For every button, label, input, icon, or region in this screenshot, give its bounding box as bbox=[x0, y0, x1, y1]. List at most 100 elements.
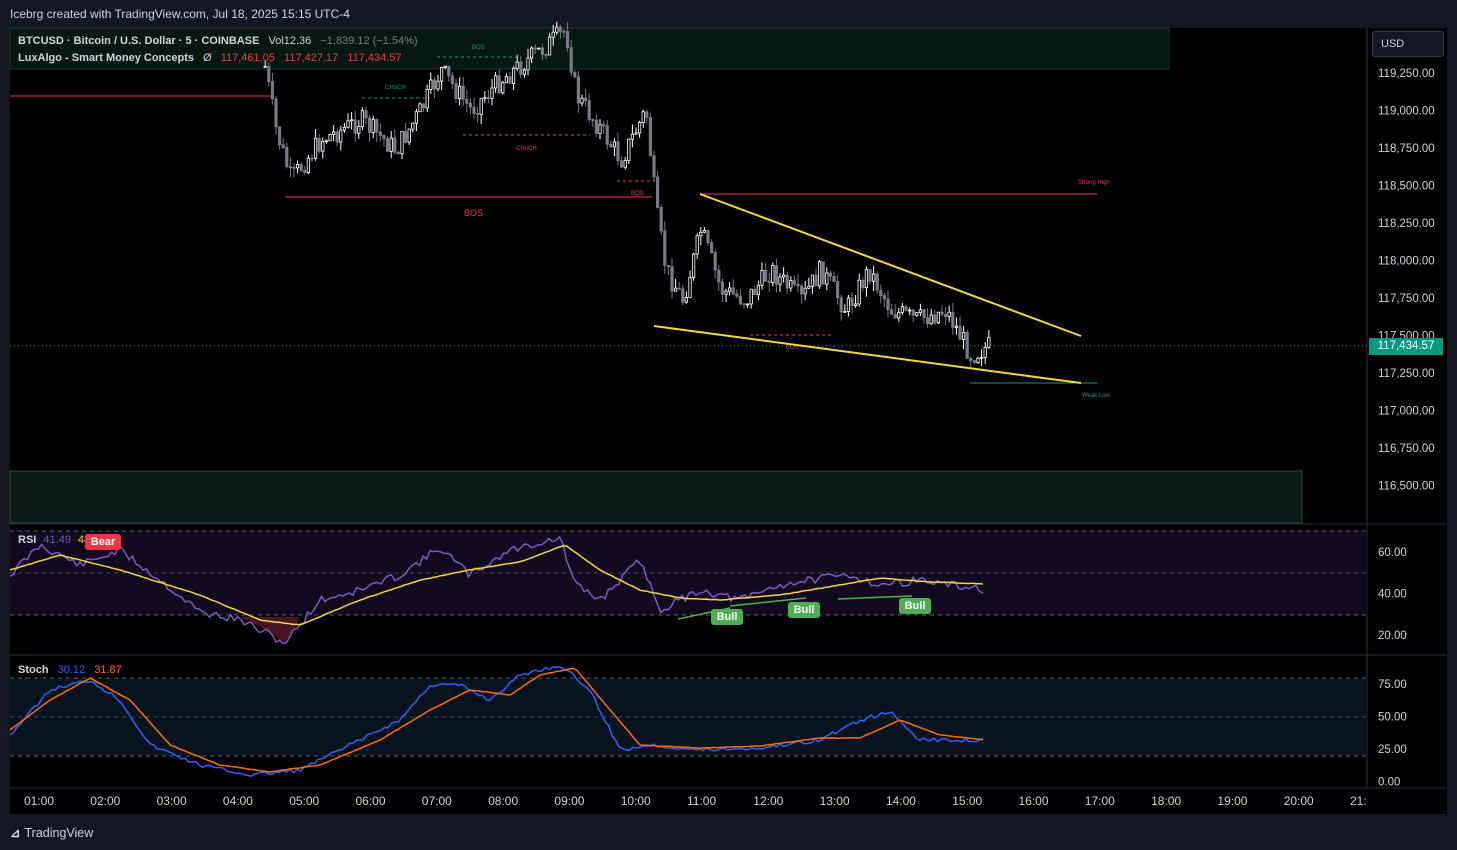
candle-body bbox=[818, 261, 822, 287]
candle-body bbox=[681, 288, 685, 303]
candle-body bbox=[875, 273, 879, 291]
candle-body bbox=[295, 164, 300, 169]
chart-canvas[interactable]: BOS BOS BOS CHoCH CHoCH BOS Strong High … bbox=[0, 0, 1457, 850]
candle-body bbox=[306, 157, 311, 173]
time-tick-label: 11:00 bbox=[687, 794, 716, 808]
volume-value: Vol12.36 bbox=[268, 35, 312, 47]
price-tick-label: 118,750.00 bbox=[1378, 143, 1435, 155]
candle-body bbox=[753, 288, 757, 296]
choch-green-label: CHoCH bbox=[385, 85, 406, 91]
candle-body bbox=[893, 313, 897, 319]
candle-body bbox=[364, 110, 368, 119]
price-tick-label: 117,000.00 bbox=[1378, 406, 1435, 418]
lower-trendline[interactable] bbox=[653, 325, 1082, 384]
symbol-title[interactable]: BTCUSD · Bitcoin / U.S. Dollar · 5 · COI… bbox=[18, 35, 259, 47]
candle-body bbox=[940, 311, 944, 315]
price-tick-label: 116,500.00 bbox=[1378, 481, 1435, 493]
candle-body bbox=[346, 120, 350, 128]
candle-body bbox=[958, 325, 962, 340]
time-axis[interactable]: 01:00 02:00 03:00 04:00 05:00 06:00 07:00 08:00… bbox=[24, 794, 1367, 808]
candle-body bbox=[530, 47, 534, 59]
candle-body bbox=[537, 47, 541, 50]
candle-body bbox=[436, 80, 440, 90]
candle-body bbox=[540, 47, 545, 55]
candle-body bbox=[692, 253, 696, 278]
candle-body bbox=[645, 111, 649, 118]
candle-body bbox=[656, 176, 660, 208]
candle-body bbox=[389, 137, 393, 152]
indicator-value-1: 117,461.05 bbox=[220, 52, 275, 64]
candle-body bbox=[785, 274, 789, 289]
stoch-d-value: 31.87 bbox=[94, 664, 122, 676]
bear-divergence-badge: Bear bbox=[85, 534, 121, 550]
stoch-tick-label: 50.00 bbox=[1378, 712, 1407, 724]
candle-body bbox=[749, 288, 753, 305]
candle-body bbox=[814, 274, 818, 287]
candle-body bbox=[598, 124, 602, 134]
candle-body bbox=[270, 81, 275, 100]
currency-button[interactable]: USD bbox=[1372, 31, 1444, 57]
candle-body bbox=[522, 69, 527, 75]
candle-body bbox=[742, 303, 746, 306]
candle-body bbox=[641, 111, 645, 123]
stoch-legend: Stoch 30.12 31.87 bbox=[18, 664, 122, 676]
tradingview-mark-icon: ⊿ bbox=[10, 826, 21, 840]
candle-body bbox=[933, 314, 937, 324]
candle-body bbox=[324, 140, 329, 143]
time-tick-label: 13:00 bbox=[820, 794, 850, 808]
stoch-k-value: 30.12 bbox=[57, 664, 86, 676]
candle-body bbox=[620, 160, 624, 168]
indicator-name[interactable]: LuxAlgo - Smart Money Concepts bbox=[18, 52, 194, 64]
candle-body bbox=[774, 265, 779, 285]
bos-green-label: BOS bbox=[472, 45, 485, 51]
stoch-tick-label: 75.00 bbox=[1378, 679, 1407, 691]
candle-body bbox=[317, 137, 321, 152]
candle-body bbox=[666, 264, 671, 267]
candle-body bbox=[627, 138, 631, 161]
candle-body bbox=[558, 26, 563, 32]
candle-body bbox=[367, 117, 372, 133]
tradingview-logo[interactable]: ⊿ TradingView bbox=[10, 825, 93, 840]
candle-body bbox=[519, 61, 523, 75]
candle-body bbox=[731, 287, 735, 295]
candle-body bbox=[357, 126, 361, 134]
candle-body bbox=[850, 297, 854, 307]
time-tick-label: 14:00 bbox=[886, 794, 916, 808]
stoch-tick-label: 0.00 bbox=[1378, 777, 1400, 789]
candle-body bbox=[789, 280, 793, 289]
candle-body bbox=[634, 132, 638, 135]
candle-body bbox=[674, 287, 678, 292]
candle-body bbox=[573, 71, 577, 78]
candle-body bbox=[800, 285, 804, 295]
candle-body bbox=[443, 65, 447, 68]
rsi-label[interactable]: RSI bbox=[18, 534, 36, 546]
candle-body bbox=[371, 119, 375, 133]
candle-body bbox=[447, 65, 451, 77]
candle-body bbox=[886, 298, 890, 311]
upper-trendline[interactable] bbox=[699, 193, 1082, 337]
candle-body bbox=[897, 311, 901, 319]
candle-body bbox=[281, 144, 285, 148]
candle-body bbox=[479, 98, 483, 115]
candle-body bbox=[796, 283, 800, 287]
bull-divergence-badge-3: Bull bbox=[899, 598, 931, 614]
candle-body bbox=[292, 167, 296, 169]
candle-body bbox=[609, 143, 613, 148]
candle-body bbox=[591, 119, 595, 121]
candle-body bbox=[728, 287, 732, 292]
candle-body bbox=[951, 311, 955, 328]
candle-body bbox=[299, 164, 303, 171]
candle-body bbox=[947, 311, 951, 317]
price-axis[interactable]: 119,250.00 119,000.00 118,750.00 118,500.00… bbox=[1378, 68, 1435, 493]
price-tick-label: 117,750.00 bbox=[1378, 293, 1435, 305]
candle-body bbox=[562, 30, 566, 33]
candle-body bbox=[393, 137, 397, 153]
candle-body bbox=[310, 157, 314, 160]
candle-body bbox=[439, 67, 444, 82]
candle-body bbox=[882, 295, 887, 300]
candle-body bbox=[976, 357, 980, 364]
strong-high-label: Strong High bbox=[1078, 180, 1110, 186]
rsi-tick-label: 60.00 bbox=[1378, 547, 1407, 559]
stoch-label[interactable]: Stoch bbox=[18, 664, 49, 676]
candle-body bbox=[695, 235, 699, 255]
